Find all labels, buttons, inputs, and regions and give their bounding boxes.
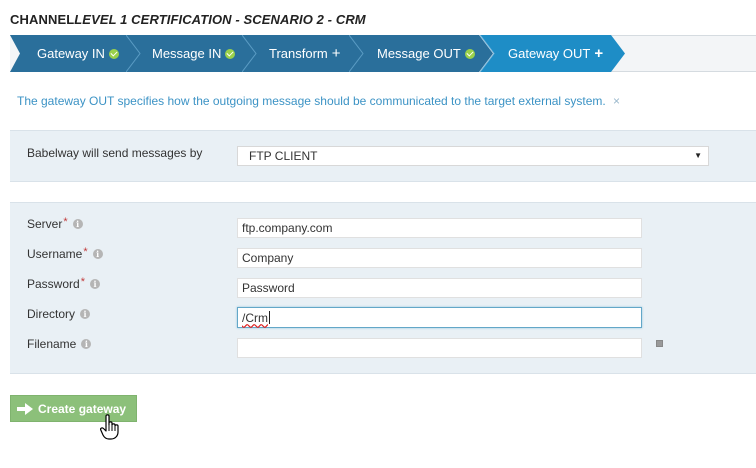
check-icon: [108, 48, 119, 59]
title-prefix: CHANNEL: [10, 12, 75, 27]
step-label: Gateway IN: [37, 46, 105, 61]
server-value: ftp.company.com: [242, 221, 333, 235]
step-label: Message IN: [152, 46, 222, 61]
send-by-label-text: Babelway will send messages by: [27, 146, 203, 160]
filename-label: Filename i: [27, 337, 92, 351]
step-gateway-out[interactable]: Gateway OUT +: [480, 35, 625, 72]
filename-label-text: Filename: [27, 337, 77, 351]
info-icon[interactable]: i: [89, 279, 100, 289]
username-label-text: Username: [27, 247, 83, 261]
server-label: Server * i: [27, 216, 83, 231]
arrow-right-icon: [17, 402, 33, 415]
info-icon[interactable]: i: [80, 309, 91, 319]
step-label: Gateway OUT: [508, 46, 591, 61]
password-value: Password: [242, 281, 295, 295]
info-icon[interactable]: i: [92, 249, 103, 259]
directory-value: /Crm: [242, 310, 268, 325]
required-marker: *: [80, 276, 85, 288]
directory-label: Directory i: [27, 307, 91, 321]
check-icon: [225, 48, 236, 59]
info-icon[interactable]: i: [81, 339, 92, 349]
step-label: Message OUT: [377, 46, 461, 61]
server-input[interactable]: ftp.company.com: [237, 218, 642, 238]
chevron-down-icon: ▼: [694, 151, 702, 160]
send-method-selected: FTP CLIENT: [249, 149, 318, 163]
step-gateway-in[interactable]: Gateway IN: [10, 35, 142, 72]
username-label: Username * i: [27, 246, 103, 261]
directory-label-text: Directory: [27, 307, 76, 321]
required-marker: *: [83, 246, 88, 258]
info-icon[interactable]: i: [72, 219, 83, 229]
password-label: Password * i: [27, 276, 100, 291]
server-label-text: Server: [27, 217, 63, 231]
username-value: Company: [242, 251, 294, 265]
step-label: Transform: [269, 46, 328, 61]
plus-icon: +: [594, 45, 604, 62]
send-by-label: Babelway will send messages by: [27, 146, 202, 160]
hand-cursor-icon: [100, 414, 119, 440]
password-input[interactable]: Password: [237, 278, 642, 298]
clear-field-icon[interactable]: [656, 340, 663, 347]
step-message-in[interactable]: Message IN: [126, 35, 261, 72]
wizard-steps: Gateway IN Message IN Transform + Messag…: [10, 35, 756, 72]
username-input[interactable]: Company: [237, 248, 642, 268]
password-label-text: Password: [27, 277, 80, 291]
title-main: LEVEL 1 CERTIFICATION - SCENARIO 2 - CRM: [74, 12, 366, 27]
check-icon: [464, 48, 475, 59]
directory-input[interactable]: /Crm: [237, 307, 642, 328]
page-title: CHANNELLEVEL 1 CERTIFICATION - SCENARIO …: [10, 12, 366, 27]
plus-icon: +: [331, 45, 341, 62]
close-icon[interactable]: ×: [613, 94, 620, 108]
required-marker: *: [63, 216, 68, 228]
send-method-select[interactable]: FTP CLIENT ▼: [237, 146, 709, 166]
info-message: The gateway OUT specifies how the outgoi…: [17, 94, 606, 108]
filename-input[interactable]: [237, 338, 642, 358]
step-message-out[interactable]: Message OUT: [349, 35, 493, 72]
text-cursor: [269, 311, 270, 324]
